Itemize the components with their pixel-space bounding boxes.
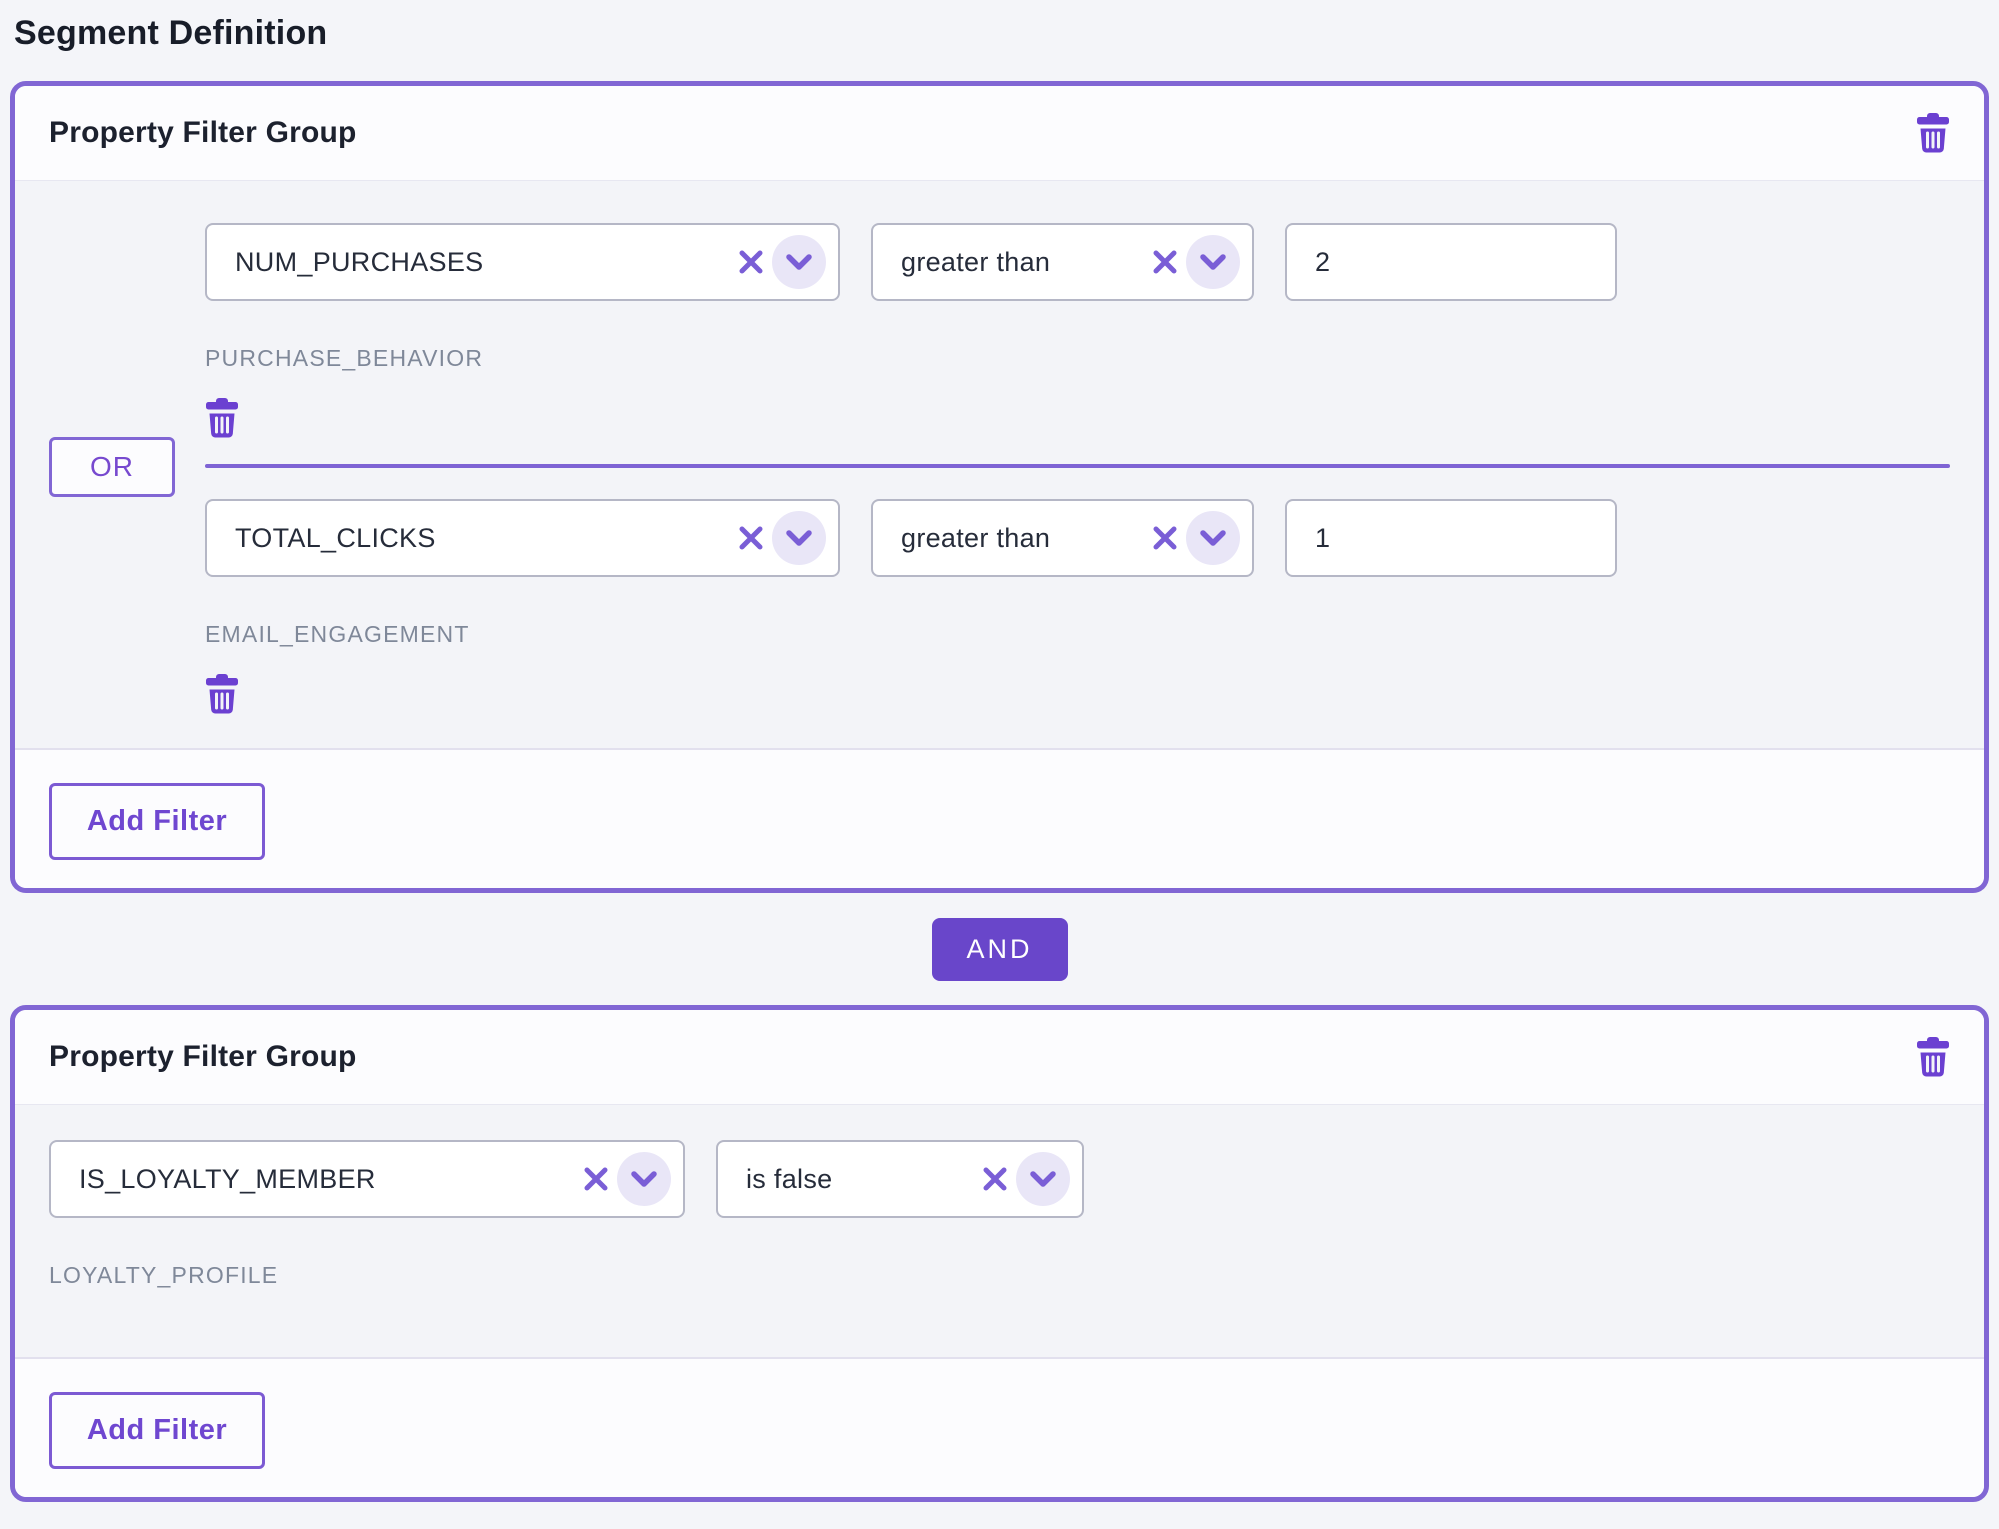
delete-filter-button[interactable] (205, 398, 239, 438)
open-dropdown-button[interactable] (1016, 1152, 1070, 1206)
clear-operator-button[interactable] (1152, 525, 1178, 551)
group-connector-wrap: AND (10, 918, 1989, 981)
add-filter-button[interactable]: Add Filter (49, 1392, 265, 1469)
operator-select[interactable]: greater than (871, 223, 1254, 301)
filter-value-input[interactable] (1285, 499, 1617, 577)
group-1-rows: OR NUM_PURCHASES (49, 223, 1950, 714)
clear-property-button[interactable] (583, 1166, 609, 1192)
chevron-down-icon (1030, 1171, 1056, 1187)
open-dropdown-button[interactable] (1186, 235, 1240, 289)
filter-row: TOTAL_CLICKS greater than (205, 499, 1950, 714)
clear-operator-button[interactable] (1152, 249, 1178, 275)
filter-fields: NUM_PURCHASES greater than (205, 223, 1950, 301)
property-select[interactable]: NUM_PURCHASES (205, 223, 840, 301)
operator-select[interactable]: is false (716, 1140, 1084, 1218)
segment-definition-page: Segment Definition Property Filter Group… (0, 0, 1999, 1529)
filter-fields: TOTAL_CLICKS greater than (205, 499, 1950, 577)
open-dropdown-button[interactable] (1186, 511, 1240, 565)
delete-group-button[interactable] (1916, 1037, 1950, 1077)
group-1-header: Property Filter Group (15, 86, 1984, 181)
filter-row: NUM_PURCHASES greater than (205, 223, 1950, 438)
filter-row: IS_LOYALTY_MEMBER is false (49, 1140, 1950, 1289)
group-1-footer: Add Filter (15, 748, 1984, 888)
filter-value-input[interactable] (1285, 223, 1617, 301)
or-connector-button[interactable]: OR (49, 437, 175, 497)
operator-select-value: greater than (901, 247, 1152, 278)
operator-select-value: is false (746, 1164, 982, 1195)
clear-x-icon (583, 1166, 609, 1192)
property-select-value: TOTAL_CLICKS (235, 523, 738, 554)
page-title: Segment Definition (14, 14, 1989, 53)
group-2-header: Property Filter Group (15, 1010, 1984, 1105)
clear-property-button[interactable] (738, 525, 764, 551)
open-dropdown-button[interactable] (772, 511, 826, 565)
trash-icon (1916, 113, 1950, 153)
group-title: Property Filter Group (49, 1040, 357, 1074)
property-filter-group-2: Property Filter Group IS_LOYALTY_ME (10, 1005, 1989, 1502)
clear-x-icon (982, 1166, 1008, 1192)
property-filter-group-1: Property Filter Group OR (10, 81, 1989, 893)
trash-icon (205, 398, 239, 438)
property-select-value: NUM_PURCHASES (235, 247, 738, 278)
delete-filter-button[interactable] (205, 674, 239, 714)
chevron-down-icon (1200, 530, 1226, 546)
filter-fields: IS_LOYALTY_MEMBER is false (49, 1140, 1950, 1218)
trash-icon (205, 674, 239, 714)
property-source-label: EMAIL_ENGAGEMENT (205, 621, 1950, 648)
clear-x-icon (1152, 249, 1178, 275)
delete-group-button[interactable] (1916, 113, 1950, 153)
open-dropdown-button[interactable] (617, 1152, 671, 1206)
clear-x-icon (738, 525, 764, 551)
operator-select[interactable]: greater than (871, 499, 1254, 577)
clear-x-icon (1152, 525, 1178, 551)
property-select-value: IS_LOYALTY_MEMBER (79, 1164, 583, 1195)
operator-select-value: greater than (901, 523, 1152, 554)
chevron-down-icon (786, 254, 812, 270)
chevron-down-icon (631, 1171, 657, 1187)
group-2-rows: IS_LOYALTY_MEMBER is false (49, 1140, 1950, 1289)
clear-property-button[interactable] (738, 249, 764, 275)
group-2-body: IS_LOYALTY_MEMBER is false (15, 1105, 1984, 1357)
group-1-body: OR NUM_PURCHASES (15, 181, 1984, 748)
chevron-down-icon (1200, 254, 1226, 270)
group-2-footer: Add Filter (15, 1357, 1984, 1497)
clear-x-icon (738, 249, 764, 275)
open-dropdown-button[interactable] (772, 235, 826, 289)
or-divider-line (205, 464, 1950, 468)
property-select[interactable]: TOTAL_CLICKS (205, 499, 840, 577)
property-select[interactable]: IS_LOYALTY_MEMBER (49, 1140, 685, 1218)
property-source-label: LOYALTY_PROFILE (49, 1262, 1950, 1289)
clear-operator-button[interactable] (982, 1166, 1008, 1192)
group-title: Property Filter Group (49, 116, 357, 150)
chevron-down-icon (786, 530, 812, 546)
and-connector-button[interactable]: AND (932, 918, 1068, 981)
trash-icon (1916, 1037, 1950, 1077)
property-source-label: PURCHASE_BEHAVIOR (205, 345, 1950, 372)
add-filter-button[interactable]: Add Filter (49, 783, 265, 860)
